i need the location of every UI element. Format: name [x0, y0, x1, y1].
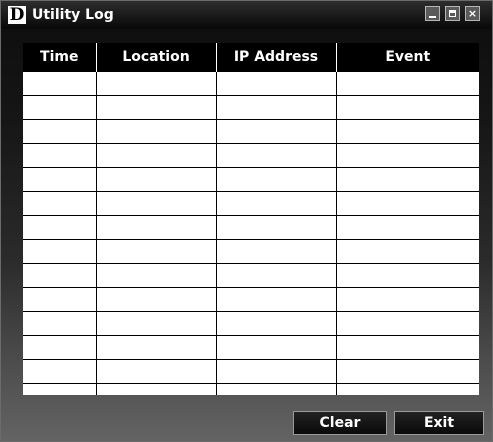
table-cell — [23, 263, 97, 288]
table-cell — [23, 143, 97, 168]
log-table: Time Location IP Address Event — [23, 43, 479, 395]
table-cell — [23, 119, 97, 144]
table-cell — [95, 311, 217, 336]
table-cell — [95, 167, 217, 192]
maximize-button[interactable] — [445, 6, 460, 21]
table-header-row: Time Location IP Address Event — [23, 43, 479, 72]
utility-log-window: D Utility Log × Time Location IP Address… — [0, 0, 493, 442]
table-cell — [23, 239, 97, 264]
dlink-logo-icon: D — [8, 5, 26, 25]
table-cell — [335, 119, 479, 144]
table-cell — [95, 191, 217, 216]
table-cell — [23, 191, 97, 216]
table-row[interactable] — [23, 239, 479, 264]
table-cell — [95, 287, 217, 312]
table-cell — [215, 263, 337, 288]
table-cell — [23, 95, 97, 120]
table-row[interactable] — [23, 167, 479, 192]
table-cell — [215, 359, 337, 384]
table-cell — [23, 287, 97, 312]
table-cell — [335, 191, 479, 216]
column-header-time[interactable]: Time — [23, 43, 96, 72]
table-cell — [335, 239, 479, 264]
table-cell — [95, 71, 217, 96]
table-cell — [23, 215, 97, 240]
table-cell — [23, 311, 97, 336]
exit-button[interactable]: Exit — [394, 411, 484, 435]
column-header-ip-address[interactable]: IP Address — [215, 43, 336, 72]
window-title: Utility Log — [32, 7, 114, 23]
table-row[interactable] — [23, 215, 479, 240]
table-cell — [23, 383, 97, 395]
table-cell — [95, 215, 217, 240]
table-row[interactable] — [23, 191, 479, 216]
title-bar[interactable]: D Utility Log × — [1, 1, 492, 29]
table-cell — [335, 311, 479, 336]
table-cell — [23, 71, 97, 96]
table-row[interactable] — [23, 263, 479, 288]
table-cell — [335, 263, 479, 288]
table-cell — [215, 71, 337, 96]
table-cell — [95, 143, 217, 168]
table-cell — [335, 71, 479, 96]
close-button[interactable]: × — [465, 6, 480, 21]
table-cell — [215, 239, 337, 264]
table-row[interactable] — [23, 335, 479, 360]
log-table-container[interactable]: Time Location IP Address Event — [23, 43, 479, 395]
table-cell — [215, 335, 337, 360]
table-cell — [95, 239, 217, 264]
table-cell — [335, 143, 479, 168]
table-cell — [335, 383, 479, 395]
table-cell — [23, 167, 97, 192]
table-cell — [215, 143, 337, 168]
table-row[interactable] — [23, 311, 479, 336]
table-row[interactable] — [23, 119, 479, 144]
table-cell — [215, 191, 337, 216]
table-cell — [335, 287, 479, 312]
table-cell — [95, 359, 217, 384]
table-row[interactable] — [23, 287, 479, 312]
table-row[interactable] — [23, 143, 479, 168]
clear-button[interactable]: Clear — [293, 411, 387, 435]
table-cell — [23, 359, 97, 384]
table-cell — [335, 335, 479, 360]
table-cell — [95, 383, 217, 395]
table-cell — [215, 287, 337, 312]
table-row[interactable] — [23, 383, 479, 395]
table-cell — [95, 119, 217, 144]
column-header-location[interactable]: Location — [95, 43, 216, 72]
table-cell — [215, 95, 337, 120]
minimize-button[interactable] — [425, 6, 440, 21]
table-cell — [23, 335, 97, 360]
table-cell — [335, 215, 479, 240]
table-row[interactable] — [23, 359, 479, 384]
column-header-event[interactable]: Event — [335, 43, 479, 72]
maximize-icon — [449, 10, 456, 17]
table-row[interactable] — [23, 71, 479, 96]
table-cell — [215, 167, 337, 192]
table-cell — [95, 95, 217, 120]
table-cell — [215, 311, 337, 336]
table-row[interactable] — [23, 95, 479, 120]
log-table-body — [23, 71, 479, 395]
close-icon: × — [467, 7, 478, 20]
table-cell — [95, 263, 217, 288]
table-cell — [335, 95, 479, 120]
table-cell — [335, 359, 479, 384]
table-cell — [95, 335, 217, 360]
table-cell — [335, 167, 479, 192]
table-cell — [215, 119, 337, 144]
table-cell — [215, 383, 337, 395]
table-cell — [215, 215, 337, 240]
minimize-icon — [429, 16, 436, 18]
